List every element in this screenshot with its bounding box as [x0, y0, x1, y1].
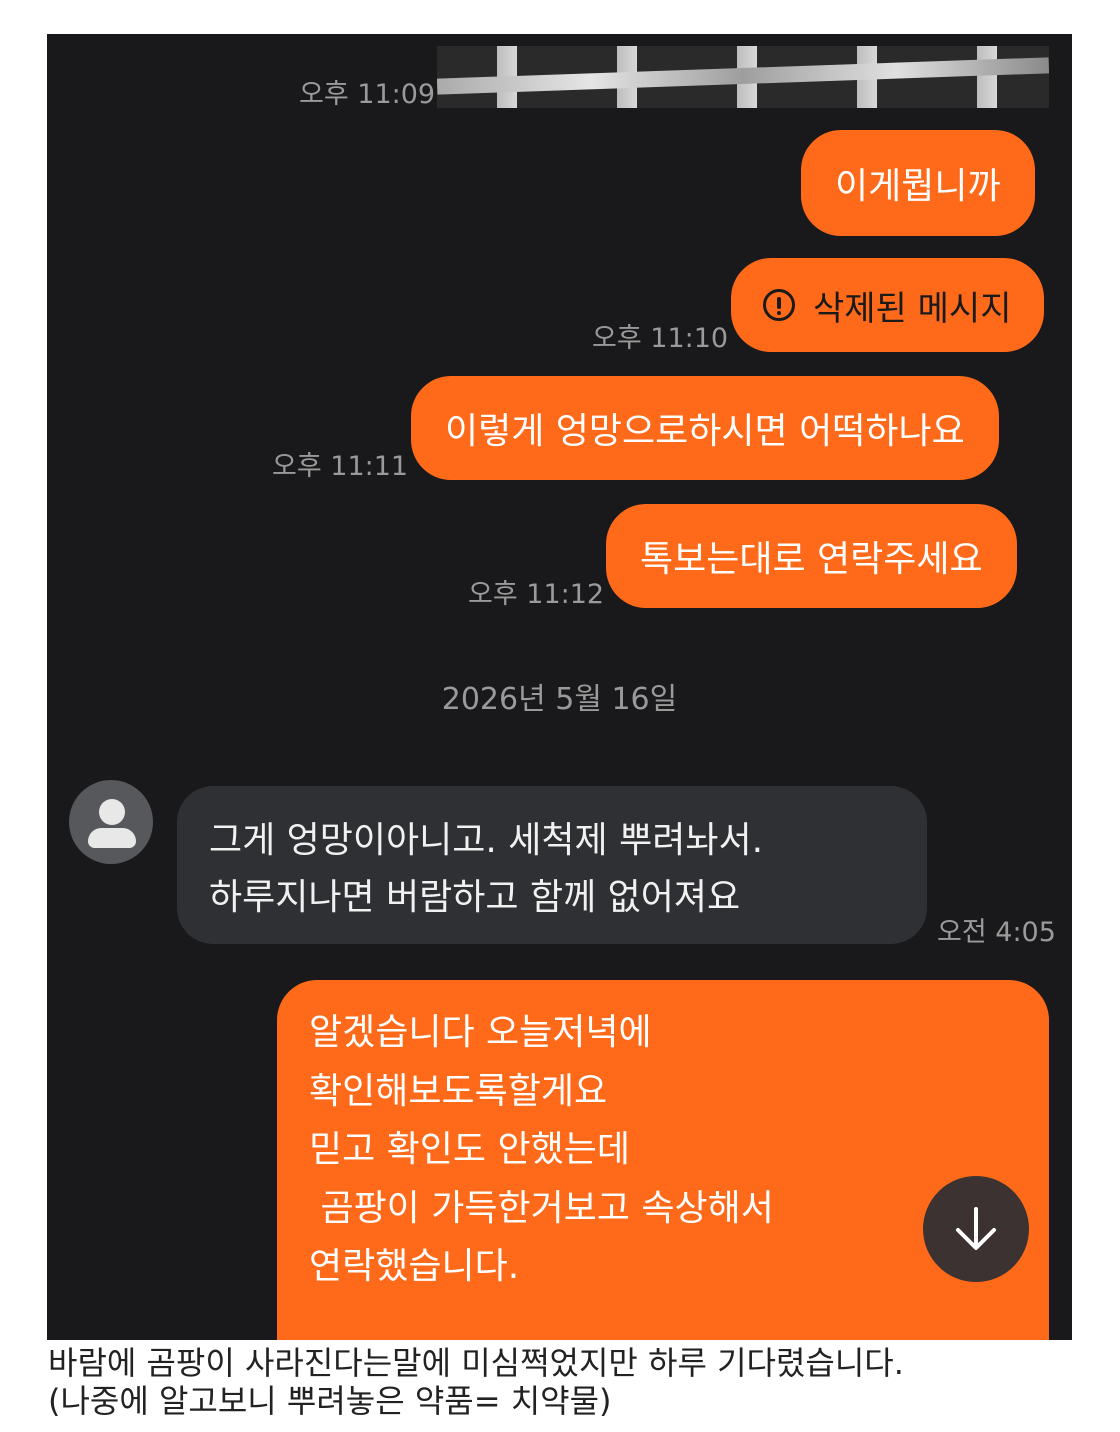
message-text-line: 믿고 확인도 안했는데 [309, 1129, 630, 1170]
message-timestamp: 오후 11:09 [299, 79, 436, 110]
message-text-line: 알겠습니다 오늘저녁에 [309, 1012, 652, 1053]
message-text: 이게뭡니까 [835, 166, 1001, 207]
message-timestamp: 오후 11:10 [592, 323, 729, 354]
scroll-to-bottom-button[interactable] [923, 1176, 1029, 1282]
message-bubble-outgoing[interactable]: 이렇게 엉망으로하시면 어떡하나요 [411, 376, 999, 480]
message-text-line: 하루지나면 버람하고 함께 없어져요 [209, 877, 741, 918]
message-text-line: 확인해보도록할게요 [309, 1070, 608, 1112]
caption-line: (나중에 알고보니 뿌려놓은 약품= 치약물) [48, 1382, 612, 1420]
message-timestamp: 오후 11:12 [468, 579, 605, 610]
message-bubble-incoming[interactable]: 그게 엉망이아니고. 세척제 뿌려놔서. 하루지나면 버람하고 함께 없어져요 [177, 786, 927, 944]
message-timestamp: 오전 4:05 [937, 917, 1056, 948]
message-text: 톡보는대로 연락주세요 [640, 539, 983, 580]
message-text-line: 그게 엉망이아니고. 세척제 뿌려놔서. [209, 820, 764, 861]
deleted-message-bubble[interactable]: 삭제된 메시지 [731, 258, 1044, 352]
message-bubble-outgoing[interactable]: 알겠습니다 오늘저녁에 확인해보도록할게요 믿고 확인도 안했는데 곰팡이 가득… [277, 980, 1049, 1340]
message-bubble-outgoing[interactable]: 이게뭡니까 [801, 130, 1035, 236]
person-icon [99, 799, 125, 825]
message-bubble-outgoing[interactable]: 톡보는대로 연락주세요 [606, 504, 1017, 608]
deleted-message-label: 삭제된 메시지 [813, 288, 1012, 329]
message-text-line: 곰팡이 가득한거보고 속상해서 [309, 1187, 774, 1229]
message-timestamp: 오후 11:11 [272, 451, 409, 482]
photo-message[interactable] [437, 46, 1049, 108]
date-separator: 2026년 5월 16일 [441, 682, 678, 717]
warning-icon [763, 289, 795, 321]
message-text: 이렇게 엉망으로하시면 어떡하나요 [445, 411, 965, 452]
avatar[interactable] [69, 780, 153, 864]
chat-screen: 오후 11:09 이게뭡니까 오후 11:10 삭제된 메시지 오후 11:11… [47, 34, 1072, 1340]
arrow-down-icon [956, 1207, 996, 1250]
message-text-line: 연락했습니다. [309, 1246, 520, 1287]
